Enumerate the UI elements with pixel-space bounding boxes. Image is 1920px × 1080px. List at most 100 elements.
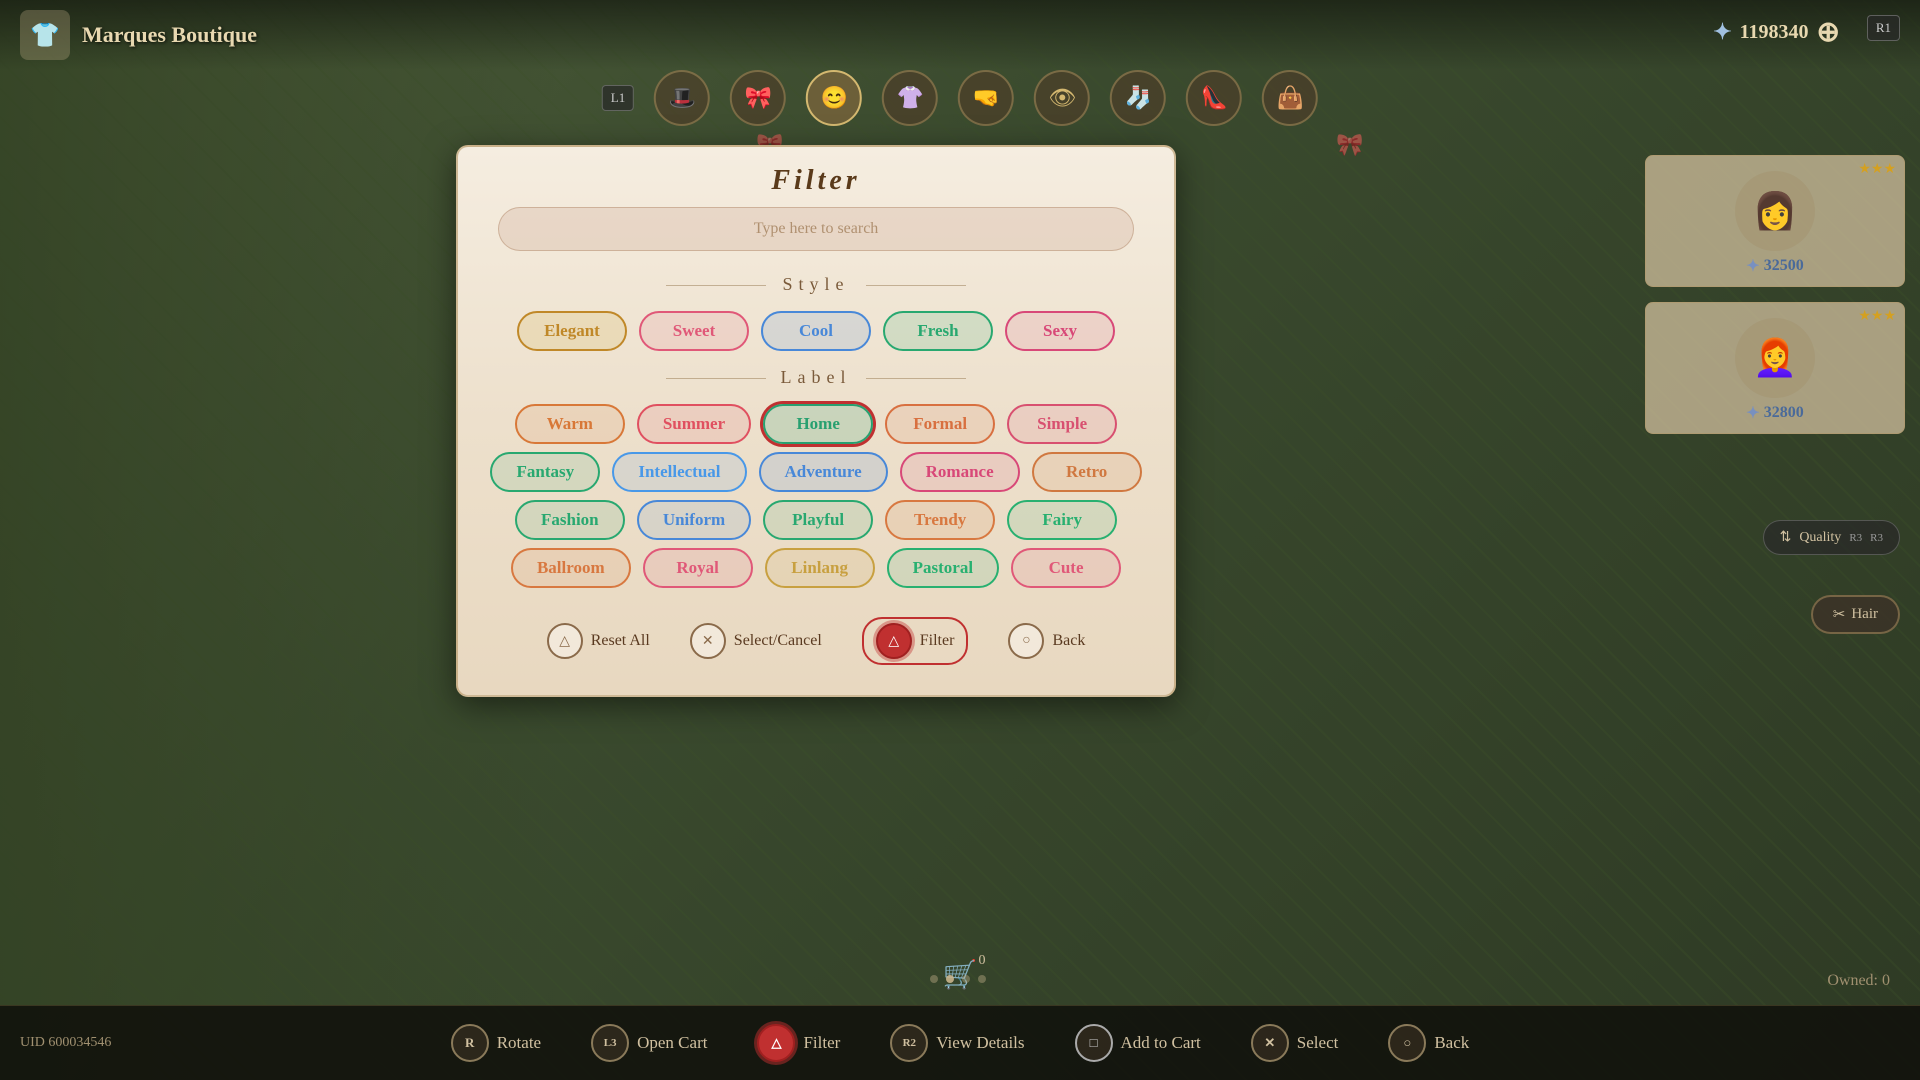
tag-sexy[interactable]: Sexy <box>1005 311 1115 351</box>
tag-pastoral[interactable]: Pastoral <box>887 548 999 588</box>
dot-2 <box>946 975 954 983</box>
search-area[interactable] <box>458 207 1174 266</box>
nav-dots <box>930 975 986 983</box>
tag-fantasy[interactable]: Fantasy <box>490 452 600 492</box>
filter-title-bar: Filter <box>458 147 1174 207</box>
rotate-button[interactable]: R Rotate <box>451 1024 541 1062</box>
hair-label: Hair <box>1851 606 1878 623</box>
select-cancel-button[interactable]: ✕ Select/Cancel <box>690 623 822 659</box>
open-cart-icon: L3 <box>591 1024 629 1062</box>
l1-button[interactable]: L1 <box>602 85 634 111</box>
tag-fashion[interactable]: Fashion <box>515 500 625 540</box>
select-bottom-button[interactable]: ✕ Select <box>1251 1024 1339 1062</box>
tag-warm[interactable]: Warm <box>515 404 625 444</box>
tag-fairy[interactable]: Fairy <box>1007 500 1117 540</box>
hair-icon: ✂ <box>1833 605 1846 624</box>
currency-icon: ✦ <box>1713 19 1731 45</box>
add-to-cart-button[interactable]: □ Add to Cart <box>1075 1024 1201 1062</box>
filter-dialog: Filter Style Elegant Sweet Cool Fresh Se… <box>456 145 1176 697</box>
dialog-controls: △ Reset All ✕ Select/Cancel △ Filter ○ B… <box>458 592 1174 665</box>
sort-icon: ⇅ <box>1780 529 1792 546</box>
tag-simple[interactable]: Simple <box>1007 404 1117 444</box>
select-label: Select <box>1297 1033 1339 1053</box>
tag-cute[interactable]: Cute <box>1011 548 1121 588</box>
back-bottom-label: Back <box>1434 1033 1469 1053</box>
label-row-3: Fashion Uniform Playful Trendy Fairy <box>458 496 1174 544</box>
item-card-2[interactable]: ★★★ 👩‍🦰 ✦ 32800 <box>1645 302 1905 434</box>
profile-icon: ⊕ <box>1817 15 1840 49</box>
nav-icon-hat[interactable]: 🎩 <box>654 70 710 126</box>
tag-adventure[interactable]: Adventure <box>759 452 888 492</box>
filter-icon: △ <box>876 623 912 659</box>
tag-trendy[interactable]: Trendy <box>885 500 995 540</box>
currency-amount: 1198340 <box>1740 21 1809 44</box>
view-details-label: View Details <box>936 1033 1024 1053</box>
label-row-4: Ballroom Royal Linlang Pastoral Cute <box>458 544 1174 592</box>
tag-summer[interactable]: Summer <box>637 404 751 444</box>
tag-elegant[interactable]: Elegant <box>517 311 627 351</box>
filter-label: Filter <box>920 632 955 650</box>
tag-royal[interactable]: Royal <box>643 548 753 588</box>
back-label: Back <box>1052 632 1085 650</box>
dot-3 <box>962 975 970 983</box>
item-thumbnail-2: 👩‍🦰 <box>1735 318 1815 398</box>
nav-icon-shoes[interactable]: 👠 <box>1186 70 1242 126</box>
bottom-nav: R Rotate L3 Open Cart △ Filter R2 View D… <box>0 1005 1920 1080</box>
filter-title: Filter <box>771 165 860 196</box>
tag-ballroom[interactable]: Ballroom <box>511 548 631 588</box>
tag-sweet[interactable]: Sweet <box>639 311 749 351</box>
view-details-icon: R2 <box>890 1024 928 1062</box>
search-input[interactable] <box>498 207 1134 251</box>
open-cart-label: Open Cart <box>637 1033 707 1053</box>
nav-icon-top[interactable]: 👚 <box>882 70 938 126</box>
tag-romance[interactable]: Romance <box>900 452 1020 492</box>
reset-all-button[interactable]: △ Reset All <box>547 623 650 659</box>
filter-bottom-button[interactable]: △ Filter <box>757 1024 840 1062</box>
style-section-header: Style <box>458 274 1174 295</box>
back-bottom-icon: ○ <box>1388 1024 1426 1062</box>
tag-formal[interactable]: Formal <box>885 404 995 444</box>
r1-button[interactable]: R1 <box>1867 15 1900 41</box>
view-details-button[interactable]: R2 View Details <box>890 1024 1024 1062</box>
nav-icon-bag[interactable]: 👜 <box>1262 70 1318 126</box>
tag-home[interactable]: Home <box>763 404 873 444</box>
item-stars-1: ★★★ <box>1858 161 1896 178</box>
tag-retro[interactable]: Retro <box>1032 452 1142 492</box>
quality-button[interactable]: ⇅ Quality R3 R3 <box>1763 520 1900 555</box>
tag-linlang[interactable]: Linlang <box>765 548 875 588</box>
owned-text: Owned: 0 <box>1827 972 1890 990</box>
currency-area: ✦ 1198340 ⊕ <box>1713 15 1840 49</box>
nav-icon-hands[interactable]: 🤜 <box>958 70 1014 126</box>
right-panel: ★★★ 👩 ✦ 32500 ★★★ 👩‍🦰 ✦ 32800 <box>1630 155 1920 434</box>
tag-fresh[interactable]: Fresh <box>883 311 993 351</box>
open-cart-button[interactable]: L3 Open Cart <box>591 1024 707 1062</box>
label-section-header: Label <box>458 367 1174 388</box>
filter-button[interactable]: △ Filter <box>862 617 969 665</box>
price-icon-1: ✦ <box>1746 256 1759 276</box>
back-icon: ○ <box>1008 623 1044 659</box>
tag-cool[interactable]: Cool <box>761 311 871 351</box>
select-icon: ✕ <box>1251 1024 1289 1062</box>
label-row-2: Fantasy Intellectual Adventure Romance R… <box>458 448 1174 496</box>
dot-1 <box>930 975 938 983</box>
back-button[interactable]: ○ Back <box>1008 623 1085 659</box>
back-bottom-button[interactable]: ○ Back <box>1388 1024 1469 1062</box>
item-stars-2: ★★★ <box>1858 308 1896 325</box>
nav-icon-head[interactable]: 😊 <box>806 70 862 126</box>
nav-icon-socks[interactable]: 🧦 <box>1110 70 1166 126</box>
style-tags-row: Elegant Sweet Cool Fresh Sexy <box>458 307 1174 355</box>
filter-bottom-label: Filter <box>803 1033 840 1053</box>
r3-badge2: R3 <box>1870 532 1883 544</box>
tag-intellectual[interactable]: Intellectual <box>612 452 746 492</box>
item-card-1[interactable]: ★★★ 👩 ✦ 32500 <box>1645 155 1905 287</box>
item-price-2: ✦ 32800 <box>1746 403 1803 423</box>
rotate-icon: R <box>451 1024 489 1062</box>
tag-uniform[interactable]: Uniform <box>637 500 751 540</box>
tag-playful[interactable]: Playful <box>763 500 873 540</box>
hair-button[interactable]: ✂ Hair <box>1811 595 1900 634</box>
reset-icon: △ <box>547 623 583 659</box>
nav-icon-eyes[interactable]: 👁 <box>1034 70 1090 126</box>
quality-label: Quality <box>1799 530 1841 546</box>
nav-icon-ribbon[interactable]: 🎀 <box>730 70 786 126</box>
rotate-label: Rotate <box>497 1033 541 1053</box>
